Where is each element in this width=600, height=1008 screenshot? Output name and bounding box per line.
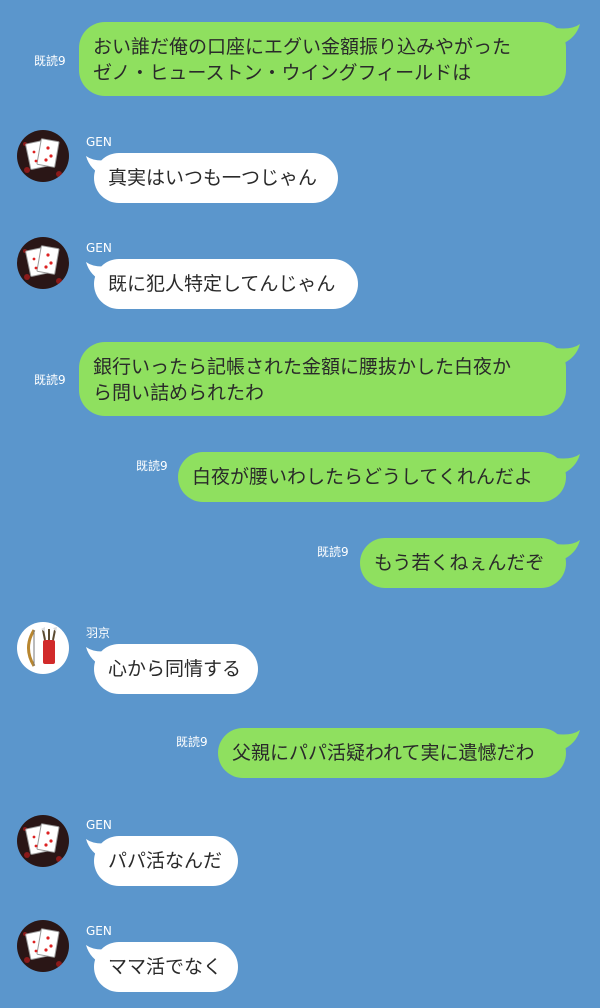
message-bubble[interactable]: 既に犯人特定してんじゃん <box>94 259 358 309</box>
read-receipt: 既読9 <box>136 459 168 473</box>
cards-avatar[interactable] <box>17 815 69 867</box>
message-bubble[interactable]: パパ活なんだ <box>94 836 238 886</box>
message-bubble[interactable]: もう若くねぇんだぞ <box>360 538 566 588</box>
message-bubble[interactable]: ママ活でなく <box>94 942 238 992</box>
message-bubble[interactable]: おい誰だ俺の口座にエグい金額振り込みやがった ゼノ・ヒューストン・ウイングフィー… <box>79 22 566 96</box>
cards-avatar[interactable] <box>17 130 69 182</box>
bubble-tail-icon <box>556 454 580 474</box>
message-bubble[interactable]: 父親にパパ活疑われて実に遺憾だわ <box>218 728 566 778</box>
bubble-tail-icon <box>556 730 580 750</box>
message-bubble[interactable]: 真実はいつも一つじゃん <box>94 153 338 203</box>
read-receipt: 既読9 <box>317 545 349 559</box>
bubble-tail-icon <box>556 24 580 44</box>
bow-quiver-avatar[interactable] <box>17 622 69 674</box>
message-bubble[interactable]: 心から同情する <box>94 644 258 694</box>
read-receipt: 既読9 <box>34 54 66 68</box>
sender-name: GEN <box>86 241 112 255</box>
read-receipt: 既読9 <box>34 373 66 387</box>
bubble-tail-icon <box>556 540 580 560</box>
message-bubble[interactable]: 銀行いったら記帳された金額に腰抜かした白夜か ら問い詰められたわ <box>79 342 566 416</box>
sender-name: 羽京 <box>86 626 111 640</box>
read-receipt: 既読9 <box>176 735 208 749</box>
cards-avatar[interactable] <box>17 237 69 289</box>
bubble-tail-icon <box>556 344 580 364</box>
sender-name: GEN <box>86 818 112 832</box>
cards-avatar[interactable] <box>17 920 69 972</box>
sender-name: GEN <box>86 135 112 149</box>
message-bubble[interactable]: 白夜が腰いわしたらどうしてくれんだよ <box>178 452 566 502</box>
sender-name: GEN <box>86 924 112 938</box>
